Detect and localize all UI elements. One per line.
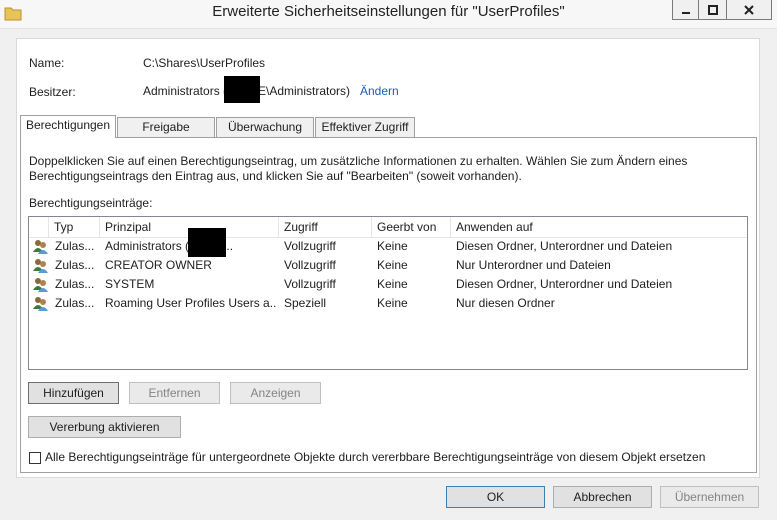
description-line-1: Doppelklicken Sie auf einen Berechtigung… — [29, 154, 688, 168]
users-icon — [33, 240, 48, 254]
tab-freigabe[interactable]: Freigabe — [117, 117, 215, 137]
entries-label: Berechtigungseinträge: — [29, 196, 153, 210]
users-icon — [33, 297, 48, 311]
column-header-zugriff[interactable]: Zugriff — [279, 217, 372, 237]
cell-geerbt: Keine — [377, 239, 408, 253]
cell-prinzipal: Roaming User Profiles Users a... — [105, 296, 277, 310]
cell-geerbt: Keine — [377, 296, 408, 310]
name-label: Name: — [29, 56, 65, 70]
view-button[interactable]: Anzeigen — [230, 382, 321, 404]
title-bar: Erweiterte Sicherheitseinstellungen für … — [0, 0, 777, 29]
redaction-box — [224, 76, 260, 103]
owner-value: Administrators ( — [143, 84, 227, 98]
minimize-icon — [681, 11, 690, 14]
cell-anwenden: Nur diesen Ordner — [456, 296, 555, 310]
apply-button[interactable]: Übernehmen — [660, 486, 759, 508]
cell-zugriff: Vollzugriff — [284, 258, 336, 272]
remove-button[interactable]: Entfernen — [129, 382, 220, 404]
cell-typ: Zulas... — [55, 277, 95, 291]
column-header-row: Typ Prinzipal Zugriff Geerbt von Anwende… — [29, 217, 747, 238]
maximize-icon — [707, 4, 718, 15]
cell-anwenden: Nur Unterordner und Dateien — [456, 258, 611, 272]
close-button[interactable] — [727, 0, 772, 20]
replace-child-permissions-checkbox[interactable] — [29, 452, 41, 464]
cell-anwenden: Diesen Ordner, Unterordner und Dateien — [456, 239, 673, 253]
cell-geerbt: Keine — [377, 277, 408, 291]
column-header-typ[interactable]: Typ — [49, 217, 100, 237]
cell-prinzipal: SYSTEM — [105, 277, 155, 291]
redaction-box — [188, 228, 226, 257]
window-title: Erweiterte Sicherheitseinstellungen für … — [212, 3, 565, 20]
owner-prefix: Administrators ( — [143, 84, 228, 98]
column-header-icon[interactable] — [29, 217, 49, 237]
table-row[interactable]: Zulas... CREATOR OWNER Vollzugriff Keine… — [29, 256, 747, 275]
tab-ueberwachung[interactable]: Überwachung — [216, 117, 314, 137]
users-icon — [33, 259, 48, 273]
cell-typ: Zulas... — [55, 239, 95, 253]
change-owner-link[interactable]: Ändern — [360, 84, 399, 98]
table-row[interactable]: Zulas... Roaming User Profiles Users a..… — [29, 294, 747, 313]
ok-button[interactable]: OK — [446, 486, 545, 508]
description-line-2: Berechtigungseintrags den Eintrag aus, u… — [29, 169, 522, 183]
tab-effektiver-zugriff[interactable]: Effektiver Zugriff — [315, 117, 415, 137]
enable-inheritance-button[interactable]: Vererbung aktivieren — [28, 416, 181, 438]
cell-geerbt: Keine — [377, 258, 408, 272]
maximize-button[interactable] — [699, 0, 727, 20]
add-button[interactable]: Hinzufügen — [28, 382, 119, 404]
cell-prinzipal: CREATOR OWNER — [105, 258, 212, 272]
permission-entries-list[interactable]: Typ Prinzipal Zugriff Geerbt von Anwende… — [28, 216, 748, 370]
users-icon — [33, 278, 48, 292]
table-row[interactable]: Zulas... SYSTEM Vollzugriff Keine Diesen… — [29, 275, 747, 294]
cancel-button[interactable]: Abbrechen — [553, 486, 652, 508]
tab-berechtigungen[interactable]: Berechtigungen — [20, 115, 116, 138]
owner-label: Besitzer: — [29, 85, 76, 99]
table-row[interactable]: Zulas... Administrators ( \Admi... Vollz… — [29, 237, 747, 256]
close-icon — [744, 4, 754, 15]
cell-typ: Zulas... — [55, 258, 95, 272]
owner-suffix: E\Administrators) — [258, 84, 351, 98]
column-header-anwenden[interactable]: Anwenden auf — [451, 217, 747, 237]
column-header-geerbt[interactable]: Geerbt von — [372, 217, 451, 237]
minimize-button[interactable] — [672, 0, 699, 20]
name-value: C:\Shares\UserProfiles — [143, 56, 266, 70]
cell-zugriff: Vollzugriff — [284, 239, 336, 253]
replace-child-permissions-label[interactable]: Alle Berechtigungseinträge für untergeor… — [45, 450, 705, 464]
cell-typ: Zulas... — [55, 296, 95, 310]
cell-zugriff: Speziell — [284, 296, 327, 310]
cell-zugriff: Vollzugriff — [284, 277, 336, 291]
cell-anwenden: Diesen Ordner, Unterordner und Dateien — [456, 277, 673, 291]
